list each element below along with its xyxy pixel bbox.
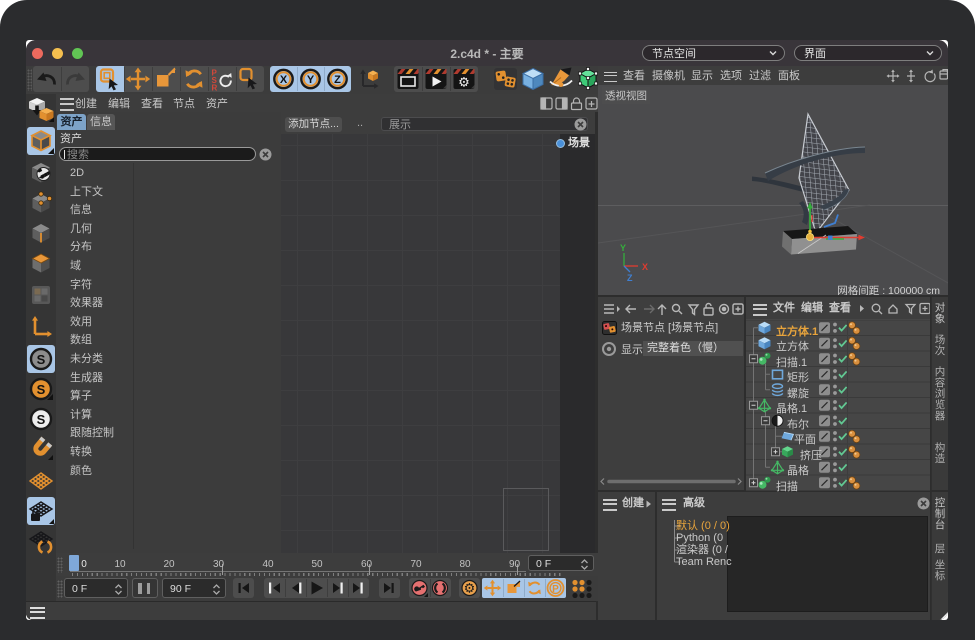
svg-text:X: X <box>642 262 648 272</box>
svg-text:Y: Y <box>620 243 626 253</box>
svg-text:Z: Z <box>627 273 633 283</box>
svg-text:S: S <box>37 352 46 367</box>
svg-text:S: S <box>37 382 46 397</box>
svg-text:R: R <box>212 84 218 93</box>
svg-text:S: S <box>37 412 46 427</box>
svg-text:⚙: ⚙ <box>458 75 470 90</box>
svg-text:P: P <box>552 584 559 595</box>
svg-text:Y: Y <box>307 74 315 86</box>
svg-text:X: X <box>280 74 288 86</box>
svg-text:⚙: ⚙ <box>464 581 476 596</box>
svg-text:Z: Z <box>334 74 341 86</box>
